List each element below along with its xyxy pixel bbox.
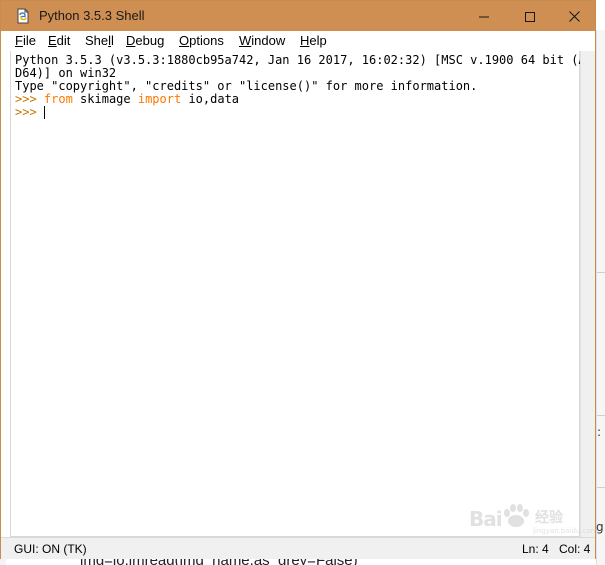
menu-help[interactable]: Help <box>300 33 327 48</box>
background-divider <box>597 487 605 488</box>
vertical-scrollbar[interactable] <box>580 51 595 537</box>
command-line: >>> from skimage import io,data <box>15 93 239 106</box>
menu-debug[interactable]: Debug <box>126 33 164 48</box>
background-divider <box>597 272 605 273</box>
background-divider <box>597 415 605 416</box>
keyword-from: from <box>43 92 73 106</box>
minimize-icon <box>479 7 489 26</box>
shell-text-area[interactable]: Python 3.5.3 (v3.5.3:1880cb95a742, Jan 1… <box>10 51 593 537</box>
prompt: >>> <box>15 105 37 119</box>
line-indicator: Ln: 4 <box>522 542 549 556</box>
menu-shell[interactable]: Shell <box>85 33 114 48</box>
menu-bar: File Edit Shell Debug Options Window Hel… <box>1 31 595 51</box>
baidu-watermark: Bai 经验 jingyan.baidu.com <box>469 499 598 539</box>
paw-icon <box>501 503 531 533</box>
keyword-import: import <box>137 92 182 106</box>
module-name: skimage <box>72 92 138 106</box>
title-bar[interactable]: Python 3.5.3 Shell <box>1 1 595 31</box>
prompt: >>> <box>15 92 37 106</box>
maximize-button[interactable] <box>507 1 553 31</box>
menu-edit[interactable]: Edit <box>48 33 70 48</box>
window-title: Python 3.5.3 Shell <box>39 8 145 23</box>
python-idle-icon <box>15 8 31 24</box>
text-cursor <box>44 106 45 119</box>
close-icon <box>568 7 580 26</box>
close-button[interactable] <box>551 1 597 31</box>
gui-status: GUI: ON (TK) <box>14 542 87 556</box>
background-right-strip <box>596 30 605 565</box>
imported-names: io,data <box>181 92 240 106</box>
maximize-icon <box>525 7 535 26</box>
minimize-button[interactable] <box>461 1 507 31</box>
idle-shell-window: Python 3.5.3 Shell File Edit Shell Debug… <box>0 0 598 559</box>
menu-options[interactable]: Options <box>179 33 224 48</box>
background-edge-text: : <box>597 425 602 439</box>
column-indicator: Col: 4 <box>559 542 591 556</box>
menu-file[interactable]: File <box>15 33 36 48</box>
menu-window[interactable]: Window <box>239 33 285 48</box>
status-bar: GUI: ON (TK) Ln: 4 Col: 4 <box>1 537 595 559</box>
input-line: >>> <box>15 106 37 119</box>
